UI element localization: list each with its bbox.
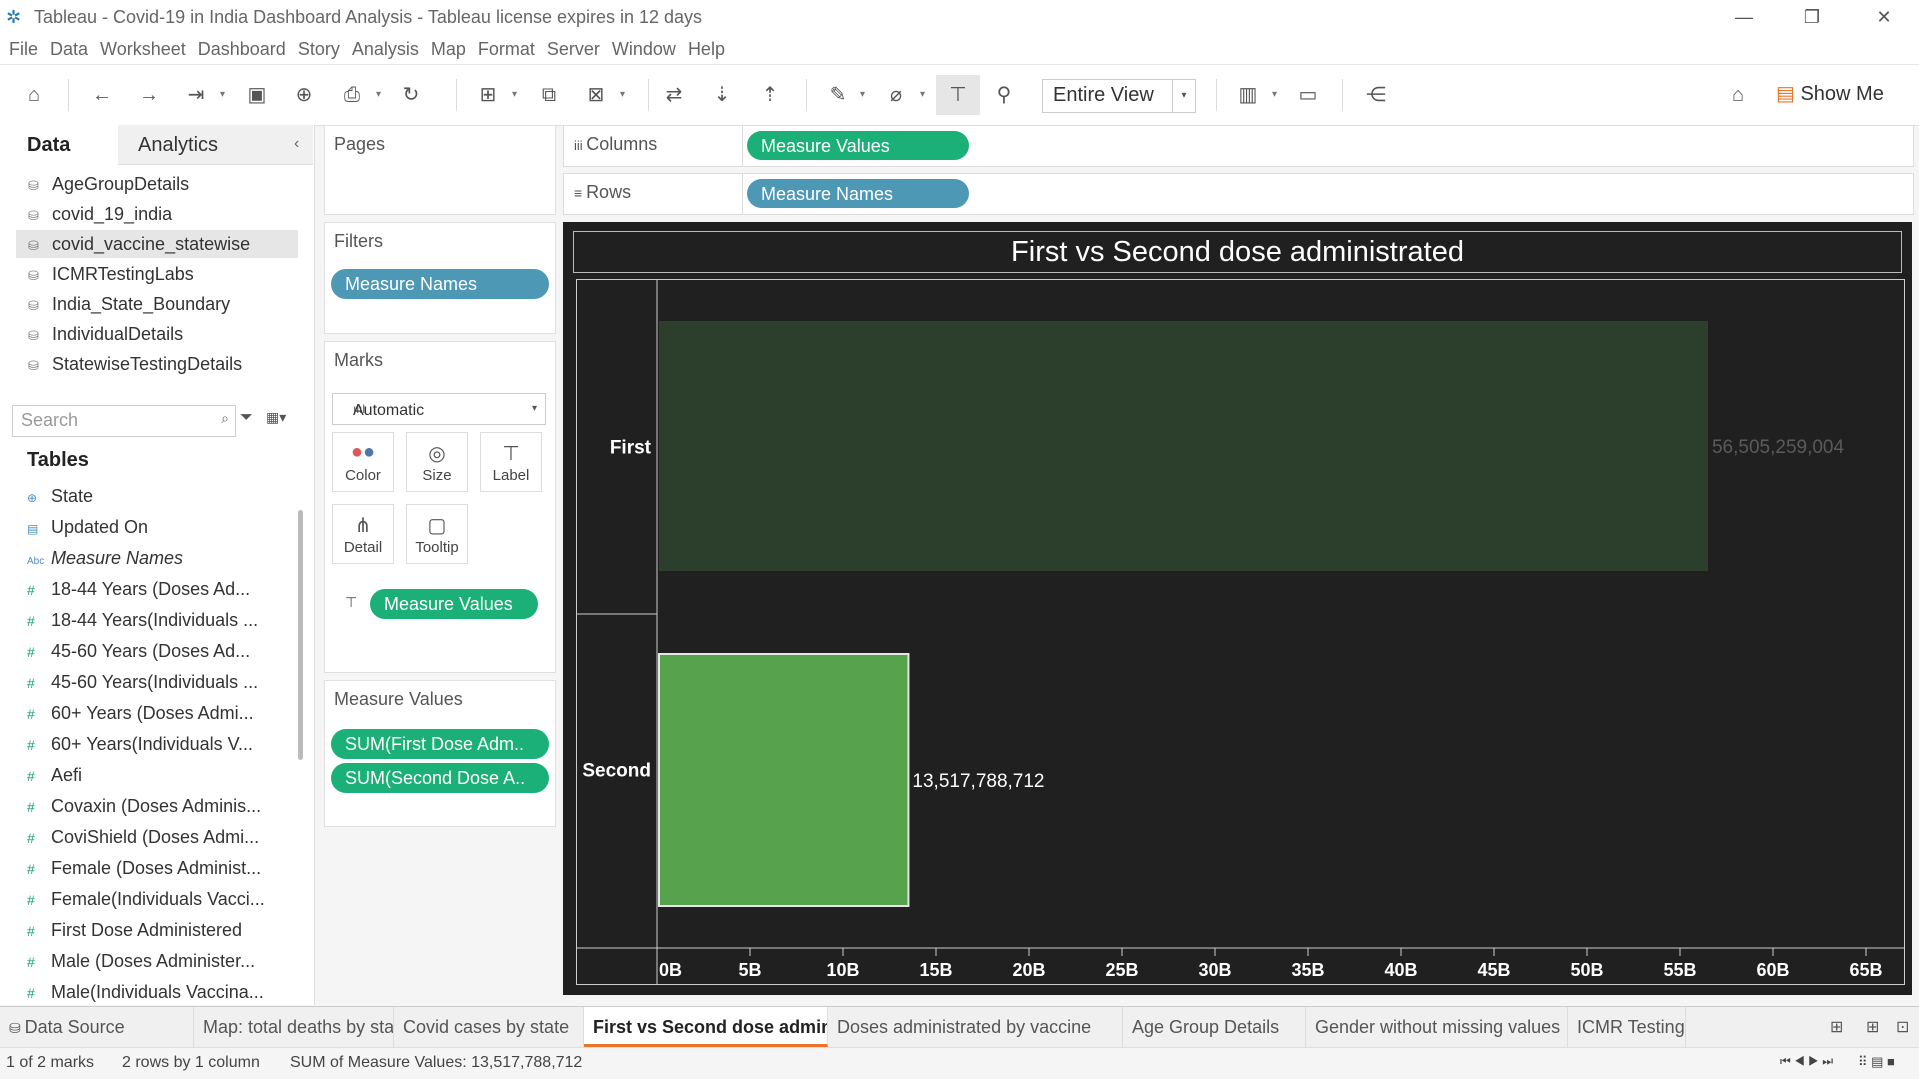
tab-data-source[interactable]: ⛁ Data Source bbox=[0, 1007, 194, 1047]
sheet-tabs-bar: ⛁ Data Source ⊞ ⊞ ⊡ Map: total deaths by… bbox=[0, 1006, 1919, 1048]
x-tick-label: 15B bbox=[919, 960, 952, 980]
bar-second bbox=[658, 653, 910, 907]
bar-chart: 56,505,259,004 First 13,517,788,712 Second 0… bbox=[576, 279, 1905, 984]
sheet-tab[interactable]: First vs Second dose administr... bbox=[584, 1007, 828, 1047]
sheet-tab[interactable]: Covid cases by state bbox=[394, 1007, 584, 1047]
x-tick-label: 30B bbox=[1198, 960, 1231, 980]
status-sum: SUM of Measure Values: 13,517,788,712 bbox=[290, 1054, 583, 1071]
sheet-tab[interactable]: Age Group Details bbox=[1123, 1007, 1306, 1047]
bar-first bbox=[659, 321, 1708, 571]
sheet-tab[interactable]: Map: total deaths by state bbox=[194, 1007, 394, 1047]
row-label-second: Second bbox=[582, 761, 651, 782]
x-tick-label: 35B bbox=[1291, 960, 1324, 980]
x-tick-label: 65B bbox=[1849, 960, 1882, 980]
data-source-icon: ⛁ bbox=[9, 1020, 25, 1036]
x-tick-label: 25B bbox=[1105, 960, 1138, 980]
x-tick-label: 0B bbox=[659, 960, 682, 980]
tab-navigation-icon[interactable]: ⏮ ◀ ▶ ⏭ bbox=[1780, 1054, 1833, 1069]
status-marks: 1 of 2 marks bbox=[6, 1054, 95, 1071]
x-tick-label: 60B bbox=[1756, 960, 1789, 980]
x-tick-label: 20B bbox=[1012, 960, 1045, 980]
row-label-first: First bbox=[610, 438, 652, 459]
sheet-tab[interactable]: Doses administrated by vaccine bbox=[828, 1007, 1123, 1047]
sheet-tab[interactable]: ICMR Testing La bbox=[1568, 1007, 1686, 1047]
new-story-tab-icon[interactable]: ⊡ bbox=[1896, 1017, 1909, 1037]
x-tick-label: 40B bbox=[1384, 960, 1417, 980]
data-label: 13,517,788,712 bbox=[912, 771, 1044, 792]
x-tick-label: 10B bbox=[826, 960, 859, 980]
x-tick-label: 45B bbox=[1477, 960, 1510, 980]
data-label: 56,505,259,004 bbox=[1712, 437, 1845, 458]
status-bar: 1 of 2 marks 2 rows by 1 column SUM of M… bbox=[0, 1047, 1919, 1079]
x-tick-label: 5B bbox=[738, 960, 761, 980]
sheet-sorter-icon[interactable]: ⠿ ▤ ■ bbox=[1858, 1054, 1895, 1070]
new-dashboard-tab-icon[interactable]: ⊞ bbox=[1866, 1017, 1879, 1037]
sheet-tab[interactable]: Gender without missing values bbox=[1306, 1007, 1568, 1047]
x-tick-label: 50B bbox=[1570, 960, 1603, 980]
x-tick-label: 55B bbox=[1663, 960, 1696, 980]
status-dimensions: 2 rows by 1 column bbox=[122, 1054, 260, 1071]
new-worksheet-tab-icon[interactable]: ⊞ bbox=[1830, 1017, 1843, 1037]
